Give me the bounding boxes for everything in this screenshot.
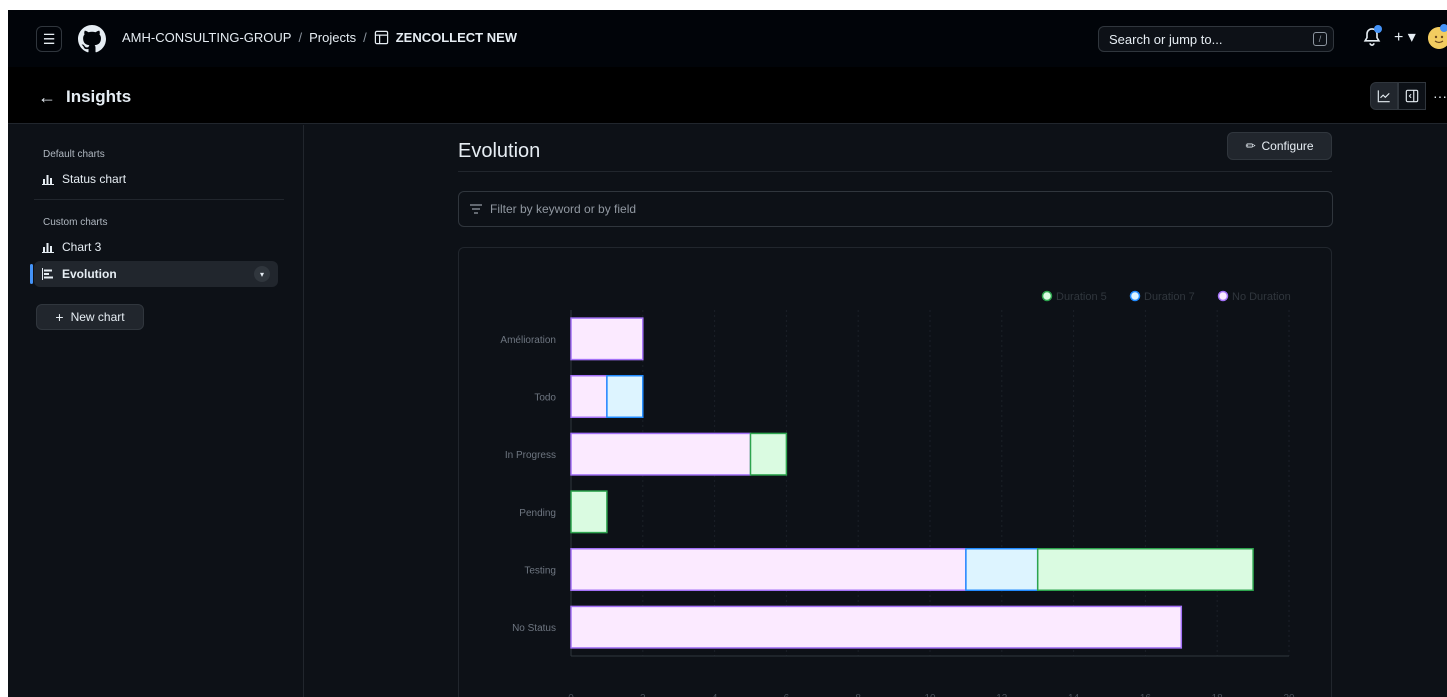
- custom-charts-label: Custom charts: [43, 217, 108, 228]
- create-new-button[interactable]: + ▾: [1394, 27, 1416, 47]
- bar-segment: [570, 317, 644, 361]
- bar-chart-icon: [42, 243, 54, 253]
- page-title: Evolution: [458, 140, 541, 162]
- view-switcher: ···: [1370, 82, 1447, 110]
- sidebar-item-label: Status chart: [62, 172, 127, 186]
- horizontal-bar-icon: [42, 268, 53, 280]
- active-item-marker: [30, 264, 33, 284]
- sidebar-item-chart-3[interactable]: Chart 3: [34, 234, 278, 260]
- search-placeholder: Search or jump to...: [1109, 32, 1223, 47]
- sidebar-collapse-icon: [1405, 89, 1419, 103]
- sidebar-item-status-chart[interactable]: Status chart: [34, 166, 278, 192]
- more-options-icon[interactable]: ···: [1426, 82, 1447, 110]
- legend-swatch: [1217, 290, 1229, 302]
- bar-segment: [965, 547, 1039, 592]
- search-input[interactable]: Search or jump to... /: [1098, 26, 1334, 52]
- breadcrumb-projects[interactable]: Projects: [309, 30, 356, 45]
- sidebar-toggle-button[interactable]: [1398, 82, 1426, 110]
- plus-icon: +: [55, 309, 64, 325]
- chart-view-button[interactable]: [1370, 82, 1398, 110]
- bar-segment: [570, 547, 967, 592]
- legend-label: No Duration: [1232, 291, 1291, 303]
- legend-swatch: [1129, 290, 1141, 302]
- bar-segment: [570, 374, 608, 419]
- bar-segment: [606, 374, 644, 419]
- breadcrumb-separator: /: [363, 30, 367, 45]
- bar-segment: [749, 432, 788, 476]
- sidebar-divider: [34, 199, 284, 200]
- github-logo-icon[interactable]: [78, 25, 106, 53]
- filter-icon: [470, 204, 482, 214]
- x-tick-label: 16: [1140, 693, 1152, 697]
- line-chart-icon: [1377, 90, 1390, 103]
- y-category-label: Todo: [534, 393, 556, 404]
- breadcrumb-org[interactable]: AMH-CONSULTING-GROUP: [122, 30, 291, 45]
- y-category-label: Pending: [519, 508, 556, 519]
- x-tick-label: 18: [1212, 693, 1224, 697]
- legend-label: Duration 5: [1056, 291, 1107, 303]
- x-tick-label: 20: [1283, 693, 1295, 697]
- x-tick-label: 6: [784, 693, 790, 697]
- breadcrumb-separator: /: [298, 30, 303, 45]
- x-tick-label: 14: [1068, 693, 1080, 697]
- bar-chart-icon: [42, 175, 54, 185]
- bar-segment: [570, 490, 608, 534]
- x-tick-label: 10: [924, 693, 936, 697]
- app-window: ☰ AMH-CONSULTING-GROUP / Projects / ZENC…: [8, 10, 1447, 697]
- menu-icon[interactable]: ☰: [36, 26, 62, 52]
- x-tick-label: 0: [568, 693, 574, 697]
- bar-segment: [1036, 547, 1254, 592]
- chevron-down-icon[interactable]: ▾: [254, 266, 270, 282]
- filter-placeholder: Filter by keyword or by field: [490, 202, 637, 216]
- y-category-label: No Status: [512, 623, 556, 634]
- chart-card: 0 2 4 6 8 10 12 14 16 18 20 Amélioration Todo In Prog…: [458, 247, 1332, 697]
- filter-input[interactable]: Filter by keyword or by field: [458, 191, 1333, 227]
- breadcrumb-project-name[interactable]: ZENCOLLECT NEW: [396, 30, 517, 45]
- evolution-chart: 0 2 4 6 8 10 12 14 16 18 20 Amélioration Todo In Prog…: [500, 290, 1295, 697]
- charts-sidebar: Default charts Status chart Custom chart…: [8, 125, 304, 697]
- avatar-status-dot: [1440, 24, 1447, 32]
- y-category-label: Testing: [524, 566, 556, 577]
- sidebar-item-label: Chart 3: [62, 240, 102, 254]
- sidebar-item-evolution[interactable]: Evolution ▾: [34, 261, 278, 287]
- search-shortcut-key: /: [1313, 32, 1327, 46]
- notification-dot: [1374, 25, 1382, 33]
- title-divider: [458, 171, 1332, 172]
- legend-swatch: [1041, 290, 1053, 302]
- breadcrumb: AMH-CONSULTING-GROUP / Projects / ZENCOL…: [122, 30, 517, 45]
- top-header: ☰ AMH-CONSULTING-GROUP / Projects / ZENC…: [8, 10, 1447, 67]
- default-charts-label: Default charts: [43, 149, 105, 160]
- new-chart-button[interactable]: + New chart: [36, 304, 144, 330]
- configure-button[interactable]: ✏ Configure: [1227, 132, 1332, 160]
- x-tick-label: 2: [640, 693, 646, 697]
- bar-segment: [570, 605, 1183, 649]
- y-category-label: Amélioration: [500, 335, 556, 346]
- insights-title: Insights: [66, 87, 132, 106]
- x-tick-label: 4: [712, 693, 718, 697]
- insights-header: ← Insights ···: [8, 67, 1447, 124]
- project-table-icon: [374, 30, 388, 45]
- legend-label: Duration 7: [1144, 291, 1195, 303]
- y-category-label: In Progress: [505, 450, 556, 461]
- bar-segment: [570, 432, 752, 476]
- configure-label: Configure: [1261, 139, 1314, 153]
- x-tick-label: 8: [855, 693, 861, 697]
- pencil-icon: ✏: [1245, 139, 1256, 153]
- sidebar-item-label: Evolution: [62, 267, 117, 281]
- x-tick-label: 12: [996, 693, 1008, 697]
- back-arrow-icon[interactable]: ←: [38, 87, 56, 108]
- new-chart-label: New chart: [70, 310, 125, 324]
